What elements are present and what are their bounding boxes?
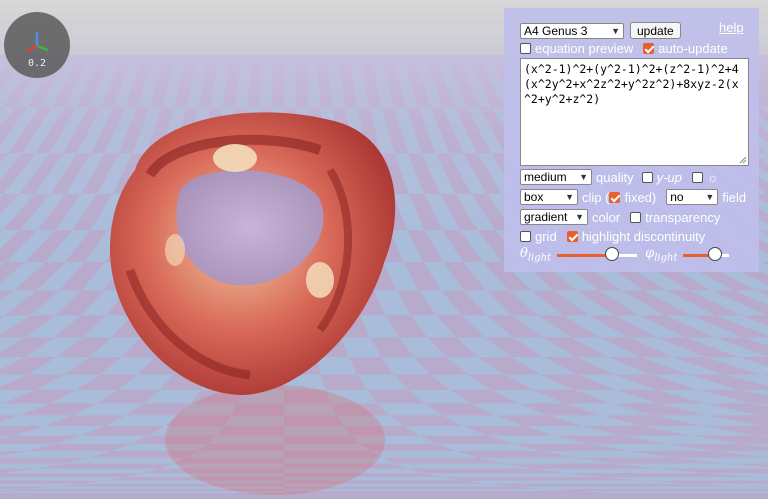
color-select-value: gradient [524,210,568,224]
quality-select[interactable]: medium ▼ [520,169,592,185]
phi-symbol: φ [645,246,655,261]
phi-light-label: φlight [645,246,677,264]
color-label: color [592,209,621,225]
quality-label: quality [596,169,634,185]
control-panel: A4 Genus 3 ▼ update help equation preview… [504,8,759,272]
equation-textarea[interactable]: (x^2-1)^2+(y^2-1)^2+(z^2-1)^2+4(x^2y^2+x… [520,58,749,166]
chevron-down-icon: ▼ [705,192,715,202]
auto-update-checkbox[interactable] [643,43,655,54]
field-select-value: no [670,190,684,204]
clip-select-value: box [524,190,544,204]
fixed-label: fixed) [624,189,657,205]
transparency-checkbox[interactable] [630,211,642,223]
slider-knob[interactable] [604,246,619,261]
sun-icon: ☼ [706,169,719,185]
sun-checkbox[interactable] [691,171,703,183]
update-button[interactable]: update [630,22,681,39]
y-up-label: y-up [656,169,682,185]
auto-update-label: auto-update [658,41,728,56]
grid-checkbox[interactable] [520,231,531,242]
clip-label: clip ( [582,189,610,205]
theta-light-label: θlight [520,246,551,264]
color-select[interactable]: gradient ▼ [520,209,588,225]
grid-label: grid [535,229,557,244]
chevron-down-icon: ▼ [565,192,574,202]
phi-light-slider[interactable] [683,246,730,261]
chevron-down-icon: ▼ [575,212,584,222]
field-select[interactable]: no ▼ [666,189,719,205]
theta-light-slider[interactable] [557,246,638,261]
field-label: field [722,189,747,205]
surface-select-value: A4 Genus 3 [524,23,588,38]
equation-preview-checkbox[interactable] [520,43,531,54]
highlight-checkbox[interactable] [566,231,578,242]
surface-select[interactable]: A4 Genus 3 ▼ [520,22,624,39]
quality-select-value: medium [524,170,567,184]
chevron-down-icon: ▼ [579,172,588,182]
resize-grip-icon[interactable] [739,156,747,164]
y-up-checkbox[interactable] [641,171,653,183]
slider-knob[interactable] [708,246,723,261]
transparency-label: transparency [645,209,721,225]
equation-preview-label: equation preview [535,41,634,56]
fixed-checkbox[interactable] [609,191,621,203]
clip-select[interactable]: box ▼ [520,189,578,205]
theta-subscript: light [527,252,552,264]
help-link[interactable]: help [719,20,744,35]
highlight-label: highlight discontinuity [581,229,706,244]
phi-subscript: light [654,252,678,264]
zoom-readout: 0.2 [27,58,47,69]
chevron-down-icon: ▼ [611,25,620,36]
axis-gizmo[interactable]: 0.2 [4,12,70,78]
theta-symbol: θ [520,246,528,261]
